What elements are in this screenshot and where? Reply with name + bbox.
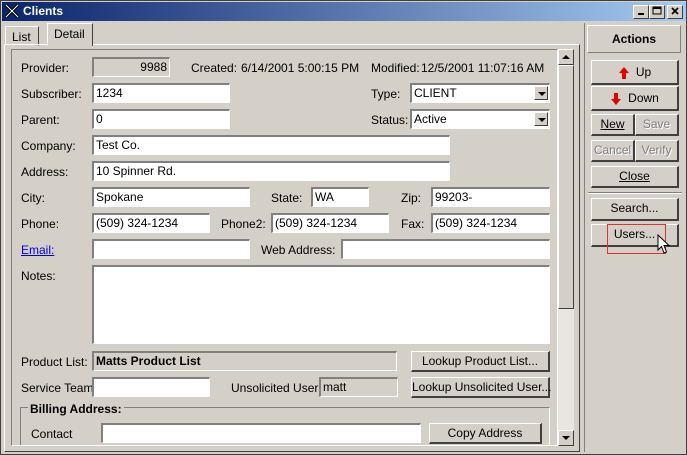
type-value: CLIENT [414,86,457,100]
subscriber-field[interactable]: 1234 [92,83,230,103]
save-button[interactable]: Save [635,114,679,136]
created-value: 6/14/2001 5:00:15 PM [241,61,360,75]
mouse-cursor-icon [657,234,671,254]
product-list-label: Product List: [21,355,88,369]
scroll-thumb[interactable] [558,65,574,309]
scroll-down-icon [562,436,570,440]
chevron-down-icon[interactable] [534,86,548,100]
form-scrollbar[interactable] [558,49,574,446]
tab-list[interactable]: List [5,26,39,46]
web-address-field[interactable] [341,239,550,259]
web-address-label: Web Address: [261,243,336,257]
address-label: Address: [21,165,69,179]
status-label: Status: [371,113,409,127]
service-team-label: Service Team: [21,381,97,395]
actions-header: Actions [587,25,681,53]
created-label: Created: [191,61,238,75]
billing-address-title: Billing Address: [28,402,124,416]
type-label: Type: [371,87,401,101]
tab-detail[interactable]: Detail [47,23,93,46]
new-button[interactable]: New [591,114,635,136]
provider-label: Provider: [21,61,70,75]
billing-contact-label: Contact [31,427,73,441]
lookup-unsolicited-user-button[interactable]: Lookup Unsolicited User... [411,377,551,398]
status-select[interactable]: Active [410,109,550,129]
phone-label: Phone: [21,217,60,231]
phone2-label: Phone2: [221,217,266,231]
company-field[interactable]: Test Co. [92,135,450,155]
address-field[interactable]: 10 Spinner Rd. [92,161,450,181]
service-team-field[interactable] [92,377,210,397]
phone2-field[interactable]: (509) 324-1234 [271,213,389,233]
zip-label: Zip: [401,191,422,205]
down-button[interactable]: Down [591,86,679,111]
scroll-up-icon [562,55,570,59]
unsolicited-user-label: Unsolicited User: [231,381,322,395]
subscriber-label: Subscriber: [21,87,82,101]
type-select[interactable]: CLIENT [410,83,550,103]
detail-form: Provider: 9988 Created: 6/14/2001 5:00:1… [11,49,558,446]
up-label: Up [635,65,652,79]
city-label: City: [21,191,45,205]
notes-label: Notes: [21,269,56,283]
actions-panel: Actions Up Down New Save Cancel Verify C… [584,23,685,452]
verify-button[interactable]: Verify [635,140,679,162]
tab-detail-label: Detail [54,27,85,41]
search-button[interactable]: Search... [591,198,679,221]
maximize-button[interactable] [649,5,665,19]
arrow-up-icon [618,66,629,79]
down-label: Down [628,91,659,105]
close-button[interactable]: Close [591,166,679,188]
minimize-button[interactable] [633,5,649,19]
fax-field[interactable]: (509) 324-1234 [431,213,550,233]
parent-field[interactable]: 0 [92,109,230,129]
fax-label: Fax: [401,217,425,231]
up-button[interactable]: Up [591,60,679,85]
title-bar[interactable]: Clients [2,2,686,21]
email-field[interactable] [92,239,250,259]
unsolicited-user-field: matt [319,377,398,397]
provider-field: 9988 [92,57,170,77]
cancel-button[interactable]: Cancel [591,140,635,162]
company-label: Company: [21,139,76,153]
city-field[interactable]: Spokane [92,187,250,207]
clients-window: Clients List Detail Provider: 9988 Creat… [0,0,687,455]
close-window-button[interactable] [667,5,683,19]
arrow-down-icon [611,92,622,105]
phone-field[interactable]: (509) 324-1234 [92,213,210,233]
minimize-icon [638,13,644,15]
tab-list-label: List [12,30,31,44]
chevron-down-icon[interactable] [534,112,548,126]
state-field[interactable]: WA [311,187,369,207]
zip-field[interactable]: 99203- [431,187,550,207]
modified-value: 12/5/2001 11:07:16 AM [421,61,545,75]
state-label: State: [271,191,303,205]
parent-label: Parent: [21,113,60,127]
status-value: Active [414,112,447,126]
email-link[interactable]: Email: [21,243,54,257]
product-list-field: Matts Product List [92,351,397,371]
copy-address-button[interactable]: Copy Address [429,423,542,444]
actions-separator [588,192,682,194]
modified-label: Modified: [371,61,420,75]
scroll-up-button[interactable] [558,49,574,65]
billing-contact-field[interactable] [101,423,421,443]
close-icon [671,7,679,15]
scroll-down-button[interactable] [558,430,574,446]
notes-field[interactable] [92,265,550,344]
maximize-icon [652,6,662,15]
app-icon [5,4,19,18]
lookup-product-list-button[interactable]: Lookup Product List... [411,351,550,372]
window-title: Clients [23,4,64,18]
